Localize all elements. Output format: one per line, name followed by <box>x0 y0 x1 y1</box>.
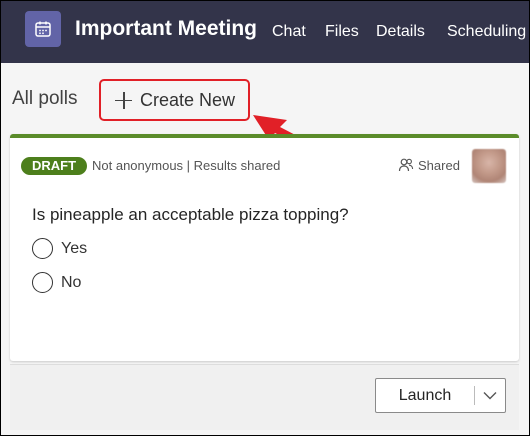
poll-question: Is pineapple an acceptable pizza topping… <box>32 205 349 224</box>
option-label: No <box>61 273 82 291</box>
tab-chat[interactable]: Chat <box>272 23 306 41</box>
launch-dropdown[interactable] <box>475 379 505 412</box>
people-icon <box>398 158 414 172</box>
option-no[interactable]: No <box>32 272 81 293</box>
poll-card[interactable]: DRAFT Not anonymous | Results shared Sha… <box>10 134 519 361</box>
tab-scheduling[interactable]: Scheduling A <box>447 23 529 41</box>
tab-files[interactable]: Files <box>325 23 359 41</box>
teams-polls-window: Important Meeting Chat Files Details Sch… <box>1 1 529 435</box>
create-new-label: Create New <box>140 89 236 110</box>
avatar[interactable] <box>472 149 506 183</box>
launch-split-button: Launch <box>375 378 506 413</box>
option-label: Yes <box>61 239 88 257</box>
option-yes[interactable]: Yes <box>32 238 87 259</box>
shared-label: Shared <box>418 157 460 173</box>
shared-indicator: Shared <box>398 157 460 173</box>
meeting-header: Important Meeting Chat Files Details Sch… <box>1 1 529 63</box>
calendar-icon[interactable] <box>25 11 61 47</box>
all-polls-tab[interactable]: All polls <box>12 88 77 110</box>
launch-button[interactable]: Launch <box>376 379 474 412</box>
radio-button[interactable] <box>32 238 53 259</box>
radio-button[interactable] <box>32 272 53 293</box>
meeting-title: Important Meeting <box>75 17 257 40</box>
create-new-button[interactable]: Create New <box>99 79 250 121</box>
poll-footer: Launch <box>10 364 519 430</box>
status-badge: DRAFT <box>21 157 88 175</box>
chevron-down-icon <box>483 392 497 400</box>
poll-meta: Not anonymous | Results shared <box>92 158 281 173</box>
plus-icon <box>115 91 132 109</box>
tab-details[interactable]: Details <box>376 23 425 41</box>
